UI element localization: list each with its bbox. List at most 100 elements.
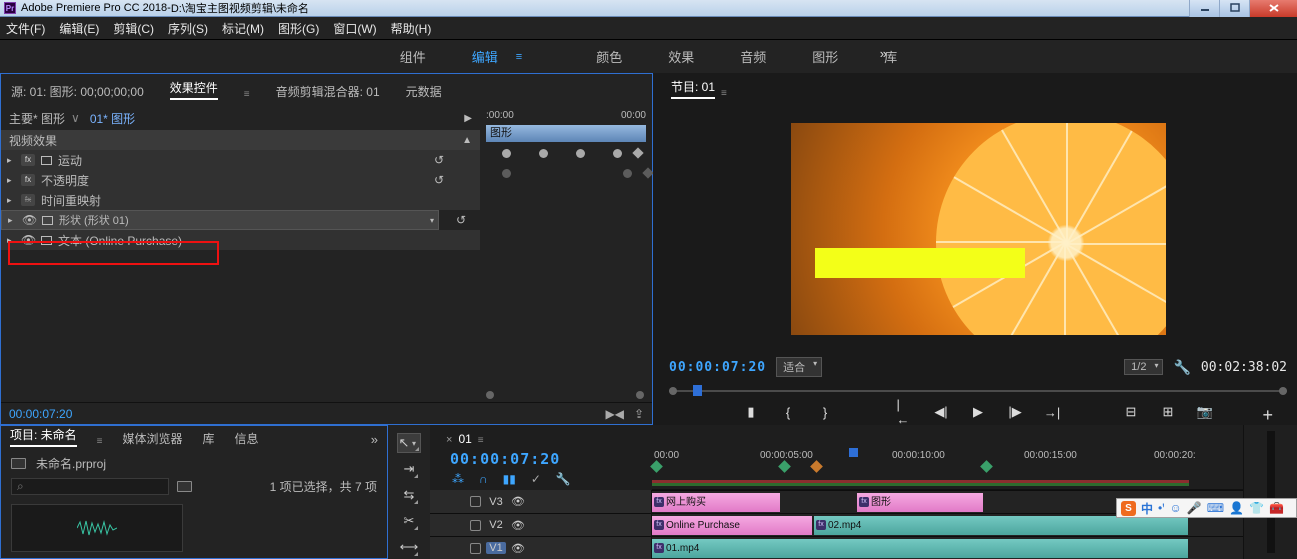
- bin-icon[interactable]: [177, 481, 192, 492]
- menu-sequence[interactable]: 序列(S): [168, 20, 208, 37]
- window-maximize-button[interactable]: [1219, 0, 1249, 17]
- tab-info[interactable]: 信息: [235, 430, 259, 447]
- playhead-icon[interactable]: [693, 385, 702, 396]
- tab-project[interactable]: 项目: 未命名: [10, 426, 77, 447]
- panel-menu-icon[interactable]: ≡: [244, 89, 250, 100]
- in-point-icon[interactable]: {: [781, 405, 796, 419]
- settings-icon[interactable]: 🔧: [1173, 359, 1190, 376]
- tab-media-browser[interactable]: 媒体浏览器: [123, 430, 183, 447]
- ripple-edit-tool-icon[interactable]: ⇆: [399, 485, 419, 505]
- program-timecode[interactable]: 00:00:07:20: [669, 360, 766, 375]
- tab-metadata[interactable]: 元数据: [406, 83, 442, 100]
- ec-row-text[interactable]: ▸👁 文本 (Online Purchase): [1, 230, 480, 250]
- ime-toolbox-icon[interactable]: 🧰: [1269, 501, 1284, 515]
- clip-v2a[interactable]: fxOnline Purchase: [652, 516, 812, 535]
- lock-icon[interactable]: [470, 520, 481, 531]
- step-forward-icon[interactable]: |▶: [1008, 405, 1023, 419]
- track-select-tool-icon[interactable]: ⇥: [399, 459, 419, 479]
- project-search-input[interactable]: ⌕: [11, 478, 169, 495]
- menu-edit[interactable]: 编辑(E): [59, 20, 99, 37]
- zoom-fit-select[interactable]: 适合: [776, 357, 822, 377]
- reset-icon[interactable]: ↺: [456, 213, 466, 227]
- lift-icon[interactable]: ⊟: [1124, 405, 1139, 419]
- selection-tool-icon[interactable]: ↖: [397, 433, 421, 453]
- track-header-v3[interactable]: V3👁: [430, 490, 651, 513]
- ec-play-icon[interactable]: ▶: [464, 113, 472, 124]
- ime-punct-icon[interactable]: •ꞌ: [1158, 501, 1165, 515]
- ime-voice-icon[interactable]: 🎤: [1187, 501, 1202, 515]
- ws-assembly[interactable]: 组件: [400, 47, 426, 66]
- razor-tool-icon[interactable]: ✂: [399, 511, 419, 531]
- panel-menu-icon[interactable]: ≡: [721, 88, 727, 99]
- timeline-ruler[interactable]: 00:00 00:00:05:00 00:00:10:00 00:00:15:0…: [652, 448, 1243, 490]
- shape-overlay[interactable]: [815, 248, 1025, 278]
- eye-icon[interactable]: 👁: [22, 213, 36, 227]
- menu-clip[interactable]: 剪辑(C): [113, 20, 154, 37]
- collapse-icon[interactable]: ▲: [462, 135, 472, 146]
- clip-v3a[interactable]: fx网上购买: [652, 493, 780, 512]
- ws-graphics[interactable]: 图形: [812, 47, 838, 66]
- ws-audio[interactable]: 音频: [740, 47, 766, 66]
- ime-emoji-icon[interactable]: ☺: [1170, 501, 1182, 515]
- ime-lang[interactable]: 中: [1141, 500, 1153, 517]
- button-editor-icon[interactable]: +: [1262, 405, 1273, 426]
- menu-window[interactable]: 窗口(W): [333, 20, 376, 37]
- sogou-icon[interactable]: S: [1121, 501, 1136, 516]
- program-frame[interactable]: [791, 123, 1166, 335]
- ws-menu-icon[interactable]: ≡: [516, 51, 522, 63]
- extract-icon[interactable]: ⊞: [1161, 405, 1176, 419]
- track-header-v1[interactable]: V1👁: [430, 536, 651, 559]
- ime-account-icon[interactable]: 👤: [1229, 501, 1244, 515]
- ec-clip-strip[interactable]: 图形: [486, 125, 646, 142]
- wrench-icon[interactable]: 🔧: [556, 472, 571, 486]
- folder-icon[interactable]: [11, 458, 26, 469]
- close-sequence-icon[interactable]: ×: [446, 434, 452, 446]
- ec-sequence-label[interactable]: 01* 图形: [90, 110, 135, 127]
- ec-row-timeremap[interactable]: ▸fx 时间重映射: [1, 190, 480, 210]
- ec-row-opacity[interactable]: ▸fx 不透明度 ↺: [1, 170, 480, 190]
- ws-color[interactable]: 颜色: [596, 47, 622, 66]
- play-icon[interactable]: ▶: [971, 405, 986, 419]
- menu-help[interactable]: 帮助(H): [391, 20, 432, 37]
- ime-keyboard-icon[interactable]: ⌨: [1207, 501, 1224, 515]
- ws-effects[interactable]: 效果: [668, 47, 694, 66]
- tab-source[interactable]: 源: 01: 图形: 00;00;00;00: [11, 83, 144, 100]
- linked-selection-icon[interactable]: ∩: [479, 472, 488, 486]
- ime-skin-icon[interactable]: 👕: [1249, 501, 1264, 515]
- sequence-tab[interactable]: 01: [458, 432, 471, 446]
- clip-v1a[interactable]: fx01.mp4: [652, 539, 1188, 558]
- timeline-playhead-icon[interactable]: [849, 448, 858, 457]
- clip-thumbnail[interactable]: [11, 504, 183, 552]
- panel-menu-icon[interactable]: ≡: [478, 435, 484, 446]
- reset-icon[interactable]: ↺: [434, 173, 444, 187]
- tab-program[interactable]: 节目: 01: [671, 78, 715, 99]
- window-close-button[interactable]: [1249, 0, 1297, 17]
- eye-icon[interactable]: 👁: [21, 233, 35, 247]
- tab-audio-mixer[interactable]: 音频剪辑混合器: 01: [276, 83, 380, 100]
- ec-row-motion[interactable]: ▸fx 运动 ↺: [1, 150, 480, 170]
- ws-overflow-button[interactable]: »: [880, 46, 887, 61]
- ec-export-icon[interactable]: ⇪: [634, 407, 644, 421]
- out-point-icon[interactable]: }: [818, 405, 833, 419]
- track-header-v2[interactable]: V2👁: [430, 513, 651, 536]
- step-back-icon[interactable]: ◀|: [934, 405, 949, 419]
- add-marker-icon[interactable]: ▮▮: [503, 472, 516, 486]
- go-to-out-icon[interactable]: →|: [1045, 405, 1060, 419]
- clip-v3b[interactable]: fx图形: [857, 493, 983, 512]
- timeline-settings-icon[interactable]: ✓: [531, 472, 541, 486]
- menu-marker[interactable]: 标记(M): [222, 20, 264, 37]
- eye-icon[interactable]: 👁: [511, 519, 525, 532]
- track-v1-lane[interactable]: fx01.mp4: [652, 536, 1243, 559]
- marker-icon[interactable]: ▮: [744, 405, 759, 419]
- menu-file[interactable]: 文件(F): [6, 20, 45, 37]
- eye-icon[interactable]: 👁: [511, 495, 525, 508]
- panel-overflow-icon[interactable]: »: [371, 432, 378, 447]
- slip-tool-icon[interactable]: ⟷: [399, 537, 419, 557]
- ec-zoom-icon[interactable]: ▶◀: [605, 407, 623, 421]
- tab-libraries[interactable]: 库: [203, 430, 215, 447]
- menu-graphics[interactable]: 图形(G): [278, 20, 319, 37]
- lock-icon[interactable]: [470, 496, 481, 507]
- export-frame-icon[interactable]: 📷: [1198, 405, 1213, 419]
- resolution-select[interactable]: 1/2: [1124, 359, 1163, 375]
- window-minimize-button[interactable]: [1189, 0, 1219, 17]
